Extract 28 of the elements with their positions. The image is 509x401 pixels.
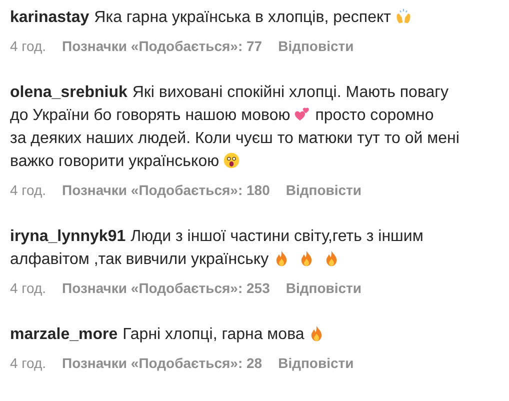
reply-link[interactable]: Відповісти: [286, 182, 362, 198]
comment-time: 4 год.: [10, 355, 46, 371]
reply-link[interactable]: Відповісти: [278, 355, 354, 371]
comment-text: Які виховані спокійні хлопці. Мають повагу: [132, 84, 448, 101]
reply-link[interactable]: Відповісти: [278, 38, 354, 54]
comment-time: 4 год.: [10, 182, 46, 198]
shocked-emoji-icon: [223, 152, 240, 169]
likes-link[interactable]: Позначки «Подобається»: 77: [62, 38, 262, 54]
comment-text: просто соромно: [315, 107, 434, 124]
username[interactable]: marzale_more: [10, 326, 118, 343]
comment-text: до України бо говорять нашою мовою: [10, 107, 290, 124]
comment-time: 4 год.: [10, 38, 46, 54]
username[interactable]: karinastay: [10, 9, 90, 26]
comment-text: за деяких наших людей. Коли чуєш то матюки тут то ой мені: [10, 130, 460, 147]
likes-link[interactable]: Позначки «Подобається»: 253: [62, 280, 270, 296]
comment-text: важко говорити українською: [10, 153, 220, 170]
comment-text: Яка гарна українська в хлопців, респект: [94, 9, 391, 26]
likes-link[interactable]: Позначки «Подобається»: 28: [62, 355, 262, 371]
raised-hands-icon: [395, 8, 412, 25]
reply-link[interactable]: Відповісти: [286, 280, 362, 296]
comment-text: Гарні хлопці, гарна мова: [122, 326, 304, 343]
hearts-icon: [294, 106, 312, 123]
username[interactable]: olena_srebniuk: [10, 84, 128, 101]
username[interactable]: iryna_lynnyk91: [10, 228, 126, 245]
comment-time: 4 год.: [10, 280, 46, 296]
comment-text: алфавітом ,так вивчили українську: [10, 251, 269, 268]
comment-text: Люди з іншої частини світу,геть з іншим: [130, 228, 424, 245]
likes-link[interactable]: Позначки «Подобається»: 180: [62, 182, 270, 198]
